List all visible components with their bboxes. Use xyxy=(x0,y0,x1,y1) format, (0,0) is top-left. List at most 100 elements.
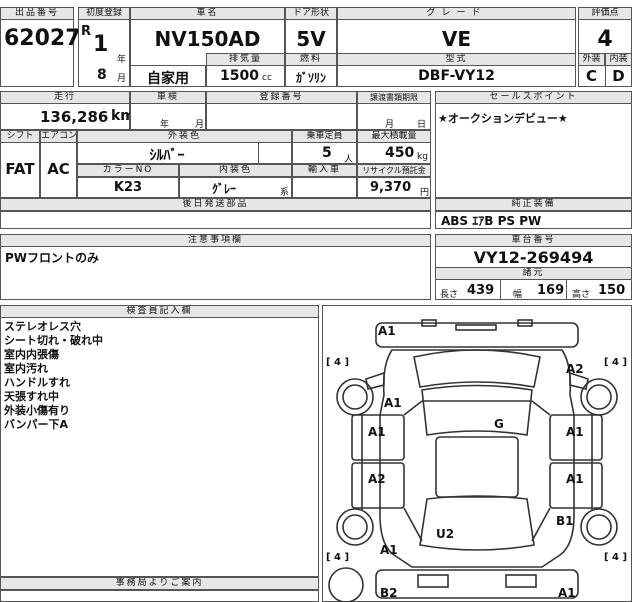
plate-label: 登録番号 xyxy=(206,91,357,104)
inspector-line: 室内内張傷 xyxy=(4,348,59,361)
door-label: ドア形状 xyxy=(285,7,337,20)
inspector-notes: ステレオレス穴 シート切れ・破れ中 室内内張傷 室内汚れ ハンドルすれ 天張すれ… xyxy=(4,320,103,432)
disp-value: 1500 xyxy=(220,68,259,84)
ac-value: AC xyxy=(47,160,70,178)
shift-label: シフト xyxy=(0,130,40,143)
equip-value: ABS ｴｱB PS PW xyxy=(441,214,542,228)
reg-month: 8 xyxy=(97,67,107,83)
dims-label: 諸元 xyxy=(435,267,632,280)
ext-grade: C xyxy=(585,67,597,85)
capacity-label: 乗車定員 xyxy=(292,130,357,143)
int-color-value: ｸﾞﾚｰ xyxy=(211,182,236,196)
lot-label: 出品番号 xyxy=(0,7,74,20)
inspector-line: 天張すれ中 xyxy=(4,390,59,403)
len-value: 439 xyxy=(467,283,495,298)
color-value: ｼﾙﾊﾞｰ xyxy=(149,148,185,164)
tire-mark: [ 4 ] xyxy=(604,552,627,563)
int-color-label: 内装色 xyxy=(179,164,292,177)
office-cell xyxy=(0,590,319,602)
int-label: 内装 xyxy=(605,53,632,66)
sales-point-label: セールスポイント xyxy=(435,91,632,104)
car-name: NV150AD xyxy=(154,27,261,51)
inspector-line: 外装小傷有り xyxy=(4,404,70,417)
later-parts-label: 後日発送部品 xyxy=(0,198,431,211)
damage-mark: A1 xyxy=(368,425,386,439)
color-label: 外装色 xyxy=(77,130,292,143)
car-label: 車名 xyxy=(130,7,285,20)
score-label: 評価点 xyxy=(578,7,632,20)
damage-mark: A1 xyxy=(566,425,584,439)
damage-mark: A1 xyxy=(566,472,584,486)
fuel-label: 燃料 xyxy=(285,53,337,66)
damage-mark: A1 xyxy=(378,324,396,338)
wid-value: 169 xyxy=(537,283,565,298)
inspector-label: 検査員記入欄 xyxy=(0,305,319,318)
disp-unit: cc xyxy=(262,73,272,83)
sales-point-cell xyxy=(435,91,632,198)
reg-month-unit: 月 xyxy=(117,74,127,84)
color-no-value: K23 xyxy=(113,180,143,195)
ac-label: エアコン xyxy=(40,130,77,143)
int-grade: D xyxy=(612,67,625,85)
reg-era: R xyxy=(81,24,92,39)
reg-year-unit: 年 xyxy=(117,55,127,65)
load-label: 最大積載量 xyxy=(357,130,431,143)
office-label: 事務局よりご案内 xyxy=(0,577,319,590)
model-value: DBF-VY12 xyxy=(418,68,495,84)
tire-mark: [ 4 ] xyxy=(604,357,627,368)
damage-mark: B2 xyxy=(380,586,398,600)
grade-value: VE xyxy=(441,27,472,51)
chassis-value: VY12-269494 xyxy=(473,248,594,267)
grade-label: グレード xyxy=(337,7,576,20)
km-value: 136,286 xyxy=(40,108,109,126)
score-value: 4 xyxy=(597,27,613,52)
int-color-unit: 系 xyxy=(280,188,290,198)
len-label: 長さ xyxy=(440,290,459,300)
chassis-label: 車台番号 xyxy=(435,234,632,247)
door-value: 5V xyxy=(296,27,326,51)
shaken-year: 年 xyxy=(160,120,170,130)
km-label: 走行 xyxy=(0,91,130,104)
damage-mark: A2 xyxy=(368,472,386,486)
recycle-unit: 円 xyxy=(420,188,430,198)
damage-mark: U2 xyxy=(436,527,454,541)
shift-value: FAT xyxy=(5,160,35,178)
inspector-line: 室内汚れ xyxy=(4,362,48,375)
reg-label: 初度登録 xyxy=(78,7,130,20)
damage-mark: A1 xyxy=(384,396,402,410)
inspector-line: シート切れ・破れ中 xyxy=(4,334,103,347)
transfer-month: 月 xyxy=(385,120,395,130)
damage-mark: A1 xyxy=(558,586,576,600)
tire-mark: [ 4 ] xyxy=(326,357,349,368)
fuel-value: ｶﾞｿﾘﾝ xyxy=(295,71,326,85)
damage-mark: A1 xyxy=(380,543,398,557)
import-label: 輸入車 xyxy=(292,164,357,177)
transfer-day: 日 xyxy=(417,120,427,130)
color-divider xyxy=(258,143,259,164)
model-label: 型式 xyxy=(337,53,576,66)
hgt-value: 150 xyxy=(598,283,626,298)
wid-label: 幅 xyxy=(513,290,523,300)
lot-number: 62027 xyxy=(4,26,81,51)
capacity-value: 5 xyxy=(322,145,332,161)
dims-divider-2 xyxy=(566,280,567,300)
color-no-label: カラーNO xyxy=(77,164,179,177)
dims-divider-1 xyxy=(500,280,501,300)
equip-label: 純正装備 xyxy=(435,198,632,211)
transfer-label: 譲渡書類期限 xyxy=(357,91,431,104)
use-value: 自家用 xyxy=(147,71,189,87)
inspector-line: バンパー下A xyxy=(4,418,69,431)
notes-label: 注意事項欄 xyxy=(0,234,431,247)
hgt-label: 高さ xyxy=(572,290,591,300)
shaken-label: 車検 xyxy=(130,91,206,104)
damage-mark: A2 xyxy=(566,362,584,376)
notes-text: PWフロントのみ xyxy=(5,251,100,265)
damage-mark: B1 xyxy=(556,514,574,528)
recycle-label: リサイクル預託金 xyxy=(357,164,431,177)
tire-mark: [ 4 ] xyxy=(326,552,349,563)
ext-label: 外装 xyxy=(578,53,605,66)
load-value: 450 xyxy=(385,145,415,161)
reg-year: 1 xyxy=(93,32,109,57)
later-parts-cell xyxy=(0,211,431,229)
inspector-line: ステレオレス穴 xyxy=(4,320,81,333)
